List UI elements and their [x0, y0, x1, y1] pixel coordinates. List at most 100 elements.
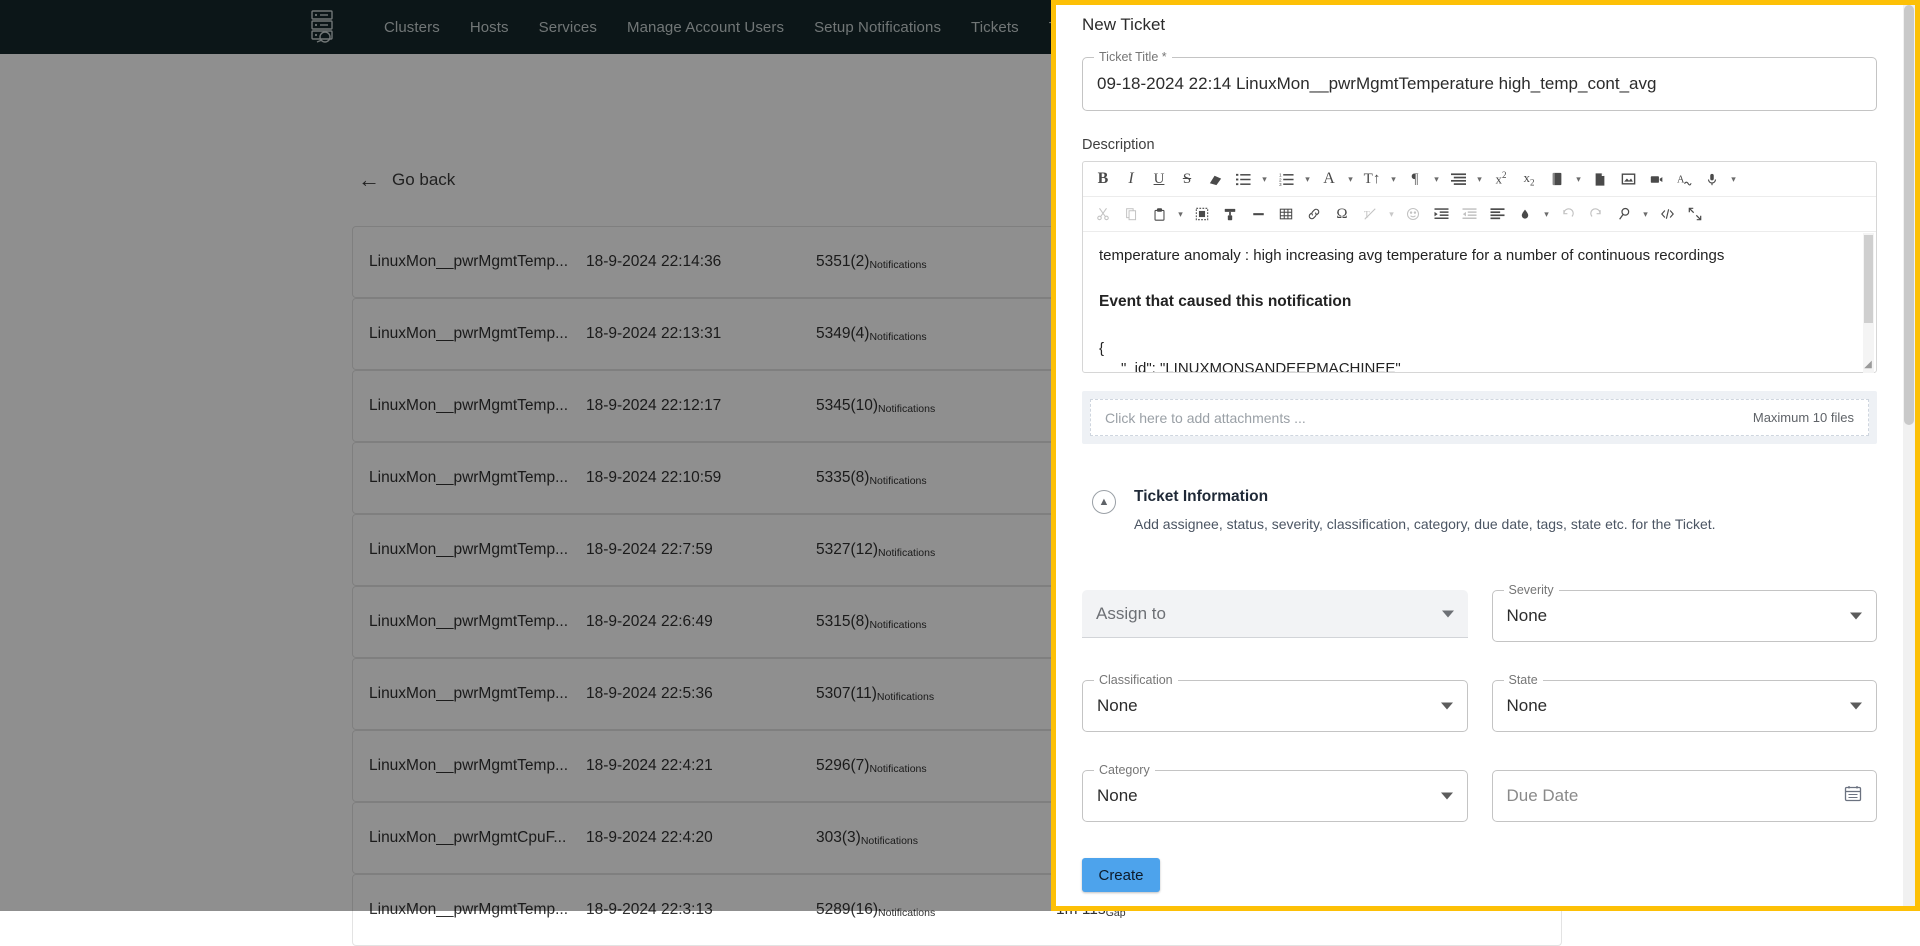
eraser-icon[interactable] [1202, 166, 1228, 192]
severity-label: Severity [1503, 583, 1559, 597]
copy-icon[interactable] [1118, 201, 1144, 227]
due-date-field[interactable]: Due Date [1491, 770, 1877, 822]
severity-select[interactable]: Severity None [1491, 583, 1877, 642]
format-painter-icon[interactable] [1217, 201, 1243, 227]
redo-icon[interactable] [1583, 201, 1609, 227]
create-button[interactable]: Create [1082, 858, 1160, 892]
editor-content[interactable]: temperature anomaly : high increasing av… [1083, 232, 1876, 372]
font-color-icon[interactable]: A [1316, 166, 1342, 192]
modal-title: New Ticket [1082, 15, 1166, 34]
microphone-icon[interactable] [1699, 166, 1725, 192]
rich-text-editor: B I U S ▾ 1 2 3 ▾ A ▾ T↑ ▾ ¶ ▾ ▾ x2 x2 ▾ A ▾ ▾ Ω T ▾ ▾ ▾ temperat… [1082, 161, 1877, 373]
editor-heading: Event that caused this notification [1099, 293, 1352, 311]
source-code-icon[interactable] [1654, 201, 1680, 227]
font-size-icon[interactable]: T↑ [1359, 166, 1385, 192]
description-label: Description [1082, 137, 1155, 153]
category-select[interactable]: Category None [1082, 763, 1468, 822]
modal-scroll-area: New Ticket Ticket Title * 09-18-2024 22:… [1056, 5, 1903, 906]
category-value: None [1097, 786, 1138, 805]
severity-value: None [1506, 606, 1548, 625]
outdent-icon[interactable] [1456, 201, 1482, 227]
find-replace-icon[interactable] [1611, 201, 1637, 227]
insert-image-icon[interactable] [1615, 166, 1641, 192]
calendar-icon[interactable] [1844, 785, 1862, 808]
indent-icon[interactable] [1428, 201, 1454, 227]
editor-resize-handle[interactable]: ◢ [1862, 359, 1874, 371]
chevron-down-icon[interactable]: ▾ [1257, 166, 1272, 192]
attachments-placeholder: Click here to add attachments ... [1105, 409, 1306, 426]
new-ticket-modal: New Ticket Ticket Title * 09-18-2024 22:… [1051, 0, 1920, 911]
chevron-down-icon[interactable]: ▾ [1173, 201, 1188, 227]
ticket-title-label: Ticket Title * [1094, 50, 1172, 64]
editor-paragraph-1: temperature anomaly : high increasing av… [1099, 247, 1725, 264]
paragraph-icon[interactable]: ¶ [1402, 166, 1428, 192]
chevron-down-icon[interactable]: ▾ [1571, 166, 1586, 192]
chevron-down-icon[interactable]: ▾ [1726, 166, 1741, 192]
bulleted-list-icon[interactable] [1230, 166, 1256, 192]
ticket-information-subtext: Add assignee, status, severity, classifi… [1134, 516, 1716, 532]
paste-icon[interactable] [1146, 201, 1172, 227]
fullscreen-icon[interactable] [1682, 201, 1708, 227]
table-icon[interactable] [1273, 201, 1299, 227]
attachments-dropzone[interactable]: Click here to add attachments ... Maximu… [1090, 399, 1869, 436]
classification-value: None [1097, 696, 1138, 715]
link-icon[interactable] [1301, 201, 1327, 227]
ticket-title-field[interactable]: Ticket Title * 09-18-2024 22:14 LinuxMon… [1082, 50, 1877, 111]
attachments-wrapper: Click here to add attachments ... Maximu… [1082, 391, 1877, 444]
chevron-down-icon[interactable]: ▾ [1429, 166, 1444, 192]
undo-icon[interactable] [1555, 201, 1581, 227]
clear-format-icon[interactable]: T [1357, 201, 1383, 227]
strikethrough-icon[interactable]: S [1174, 166, 1200, 192]
chevron-down-icon[interactable]: ▾ [1386, 166, 1401, 192]
editor-scrollbar-thumb[interactable] [1864, 235, 1873, 323]
classification-label: Classification [1094, 673, 1178, 687]
special-character-icon[interactable]: Ω [1329, 201, 1355, 227]
line-height-icon[interactable] [1445, 166, 1471, 192]
cut-icon[interactable] [1090, 201, 1116, 227]
superscript-icon[interactable]: x2 [1488, 166, 1514, 192]
ticket-information-section: ▲ Ticket Information Add assignee, statu… [1082, 488, 1877, 532]
book-icon[interactable] [1544, 166, 1570, 192]
chevron-down-icon[interactable]: ▾ [1300, 166, 1315, 192]
chevron-down-icon[interactable]: ▾ [1539, 201, 1554, 227]
underline-icon[interactable]: U [1146, 166, 1172, 192]
page-break-icon[interactable] [1587, 166, 1613, 192]
assign-to-placeholder: Assign to [1096, 603, 1166, 623]
editor-json-brace: { [1099, 340, 1105, 358]
align-icon[interactable] [1484, 201, 1510, 227]
state-label: State [1503, 673, 1543, 687]
ticket-fields-grid: Assign to Severity None Classification N… [1082, 583, 1877, 822]
numbered-list-icon[interactable]: 123 [1273, 166, 1299, 192]
spell-check-icon[interactable]: A [1671, 166, 1697, 192]
horizontal-rule-icon[interactable] [1245, 201, 1271, 227]
chevron-down-icon[interactable]: ▾ [1343, 166, 1358, 192]
svg-text:A: A [1677, 174, 1685, 185]
modal-scrollbar[interactable] [1903, 5, 1915, 906]
modal-body: Ticket Title * 09-18-2024 22:14 LinuxMon… [1056, 50, 1903, 892]
chevron-down-icon[interactable]: ▾ [1384, 201, 1399, 227]
paste-special-icon[interactable] [1189, 201, 1215, 227]
insert-video-icon[interactable] [1643, 166, 1669, 192]
italic-icon[interactable]: I [1118, 166, 1144, 192]
subscript-icon[interactable]: x2 [1516, 166, 1542, 192]
ticket-information-heading: Ticket Information [1134, 488, 1269, 505]
assign-to-select[interactable]: Assign to [1082, 590, 1468, 638]
due-date-placeholder: Due Date [1506, 786, 1579, 805]
bold-icon[interactable]: B [1090, 166, 1116, 192]
chevron-down-icon [1441, 610, 1454, 617]
state-select[interactable]: State None [1491, 673, 1877, 732]
emoji-icon[interactable] [1400, 201, 1426, 227]
classification-select[interactable]: Classification None [1082, 673, 1468, 732]
chevron-down-icon[interactable]: ▾ [1472, 166, 1487, 192]
svg-text:3: 3 [1279, 182, 1282, 187]
highlight-color-icon[interactable] [1512, 201, 1538, 227]
attachments-max-label: Maximum 10 files [1752, 410, 1854, 425]
chevron-up-icon[interactable]: ▲ [1092, 490, 1116, 514]
modal-scrollbar-thumb[interactable] [1904, 5, 1914, 425]
editor-json-clipped: "_id": "LINUXMONSANDEEPMACHINEE" [1121, 360, 1401, 372]
ticket-title-input[interactable]: 09-18-2024 22:14 LinuxMon__pwrMgmtTemper… [1083, 74, 1656, 94]
chevron-down-icon[interactable]: ▾ [1638, 201, 1653, 227]
editor-scrollbar[interactable] [1863, 233, 1874, 373]
ticket-information-text: Ticket Information Add assignee, status,… [1134, 488, 1716, 532]
chevron-down-icon [1850, 612, 1862, 620]
